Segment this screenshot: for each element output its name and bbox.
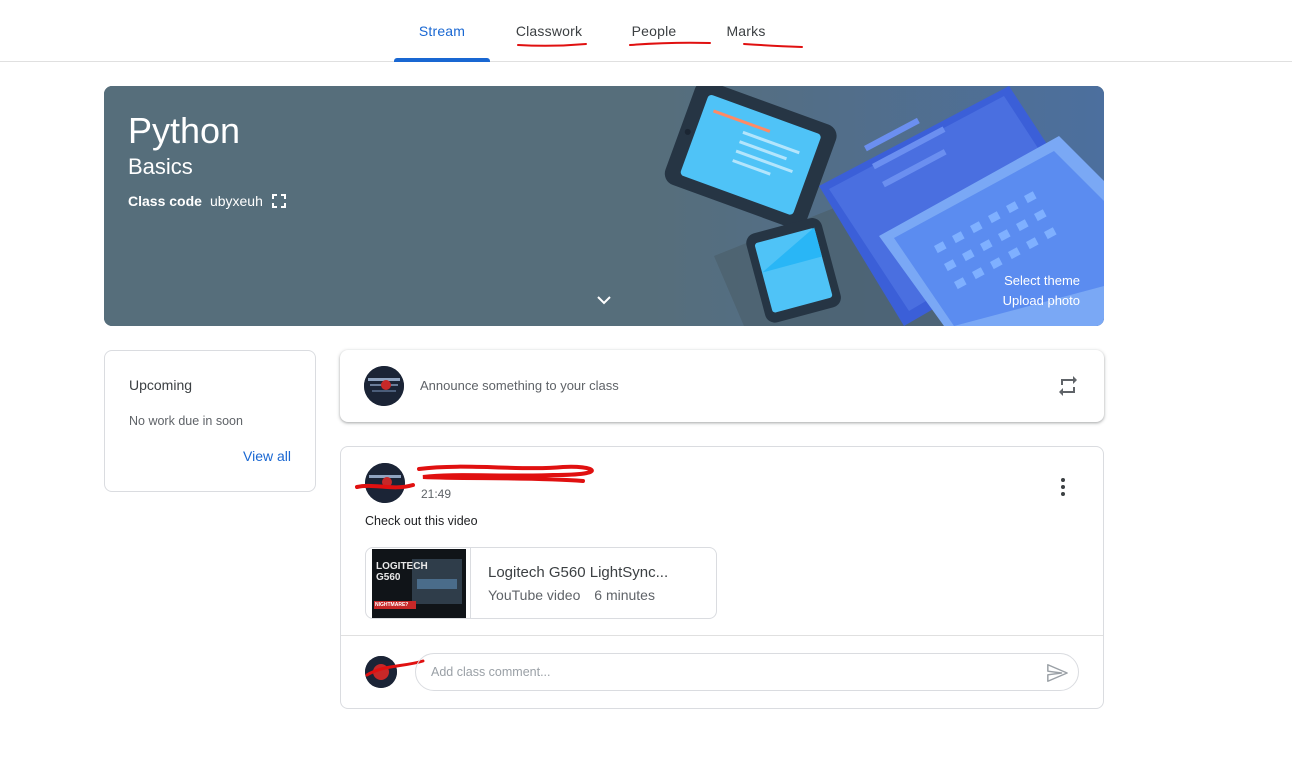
video-thumbnail: LOGITECH G560 NIGHTMARE? bbox=[372, 549, 466, 618]
video-attachment[interactable]: LOGITECH G560 NIGHTMARE? Logitech G560 L… bbox=[365, 547, 717, 619]
tab-classwork-label: Classwork bbox=[515, 22, 583, 39]
attachment-meta: YouTube video 6 minutes bbox=[488, 587, 655, 603]
active-tab-indicator bbox=[394, 58, 490, 62]
chevron-down-icon[interactable] bbox=[594, 290, 614, 310]
post-timestamp: 21:49 bbox=[421, 487, 452, 501]
tab-stream[interactable]: Stream bbox=[394, 0, 490, 62]
tab-people-label: People bbox=[631, 22, 677, 39]
class-code-label: Class code bbox=[128, 193, 202, 209]
class-code-value: ubyxeuh bbox=[209, 193, 263, 209]
send-icon[interactable] bbox=[1046, 662, 1068, 684]
commenter-avatar bbox=[365, 656, 397, 688]
class-title: Python bbox=[128, 110, 241, 151]
class-code-row: Class code ubyxeuh bbox=[128, 193, 287, 209]
avatar bbox=[364, 366, 404, 406]
tab-marks-label: Marks bbox=[726, 22, 766, 39]
upcoming-title: Upcoming bbox=[129, 377, 193, 393]
announce-box[interactable]: Announce something to your class bbox=[340, 350, 1104, 422]
top-nav: Stream Classwork People Marks bbox=[0, 0, 1292, 62]
upcoming-empty-text: No work due in soon bbox=[129, 414, 243, 428]
upload-photo-link[interactable]: Upload photo bbox=[1003, 291, 1080, 311]
announce-placeholder: Announce something to your class bbox=[420, 378, 619, 393]
post-body: Check out this video bbox=[365, 514, 478, 528]
select-theme-link[interactable]: Select theme bbox=[1003, 271, 1080, 291]
comment-divider bbox=[341, 635, 1103, 636]
attachment-title: Logitech G560 LightSync... bbox=[488, 564, 669, 581]
attachment-duration: 6 minutes bbox=[594, 587, 655, 603]
tab-marks[interactable]: Marks bbox=[712, 0, 780, 61]
attachment-type: YouTube video bbox=[488, 587, 581, 603]
fullscreen-icon[interactable] bbox=[271, 193, 287, 209]
upcoming-card: Upcoming No work due in soon View all bbox=[104, 350, 316, 492]
stream-post: 21:49 Check out this video LOGITECH G560… bbox=[340, 446, 1104, 709]
class-banner: Python Basics Class code ubyxeuh Select … bbox=[104, 86, 1104, 326]
tab-people[interactable]: People bbox=[618, 0, 690, 61]
class-comment-input[interactable]: Add class comment... bbox=[415, 653, 1079, 691]
tab-stream-label: Stream bbox=[418, 22, 466, 39]
thumbnail-caption: LOGITECH G560 bbox=[376, 561, 428, 583]
view-all-link[interactable]: View all bbox=[243, 448, 291, 464]
comment-placeholder: Add class comment... bbox=[431, 665, 551, 679]
reuse-post-icon[interactable] bbox=[1056, 374, 1080, 398]
thumbnail-badge: NIGHTMARE? bbox=[375, 602, 409, 608]
post-author-avatar bbox=[365, 463, 405, 503]
class-section: Basics bbox=[128, 154, 193, 179]
tab-classwork[interactable]: Classwork bbox=[503, 0, 595, 61]
more-options-icon[interactable] bbox=[1051, 475, 1075, 499]
banner-customize-links: Select theme Upload photo bbox=[1003, 271, 1080, 311]
attachment-divider bbox=[470, 548, 471, 618]
